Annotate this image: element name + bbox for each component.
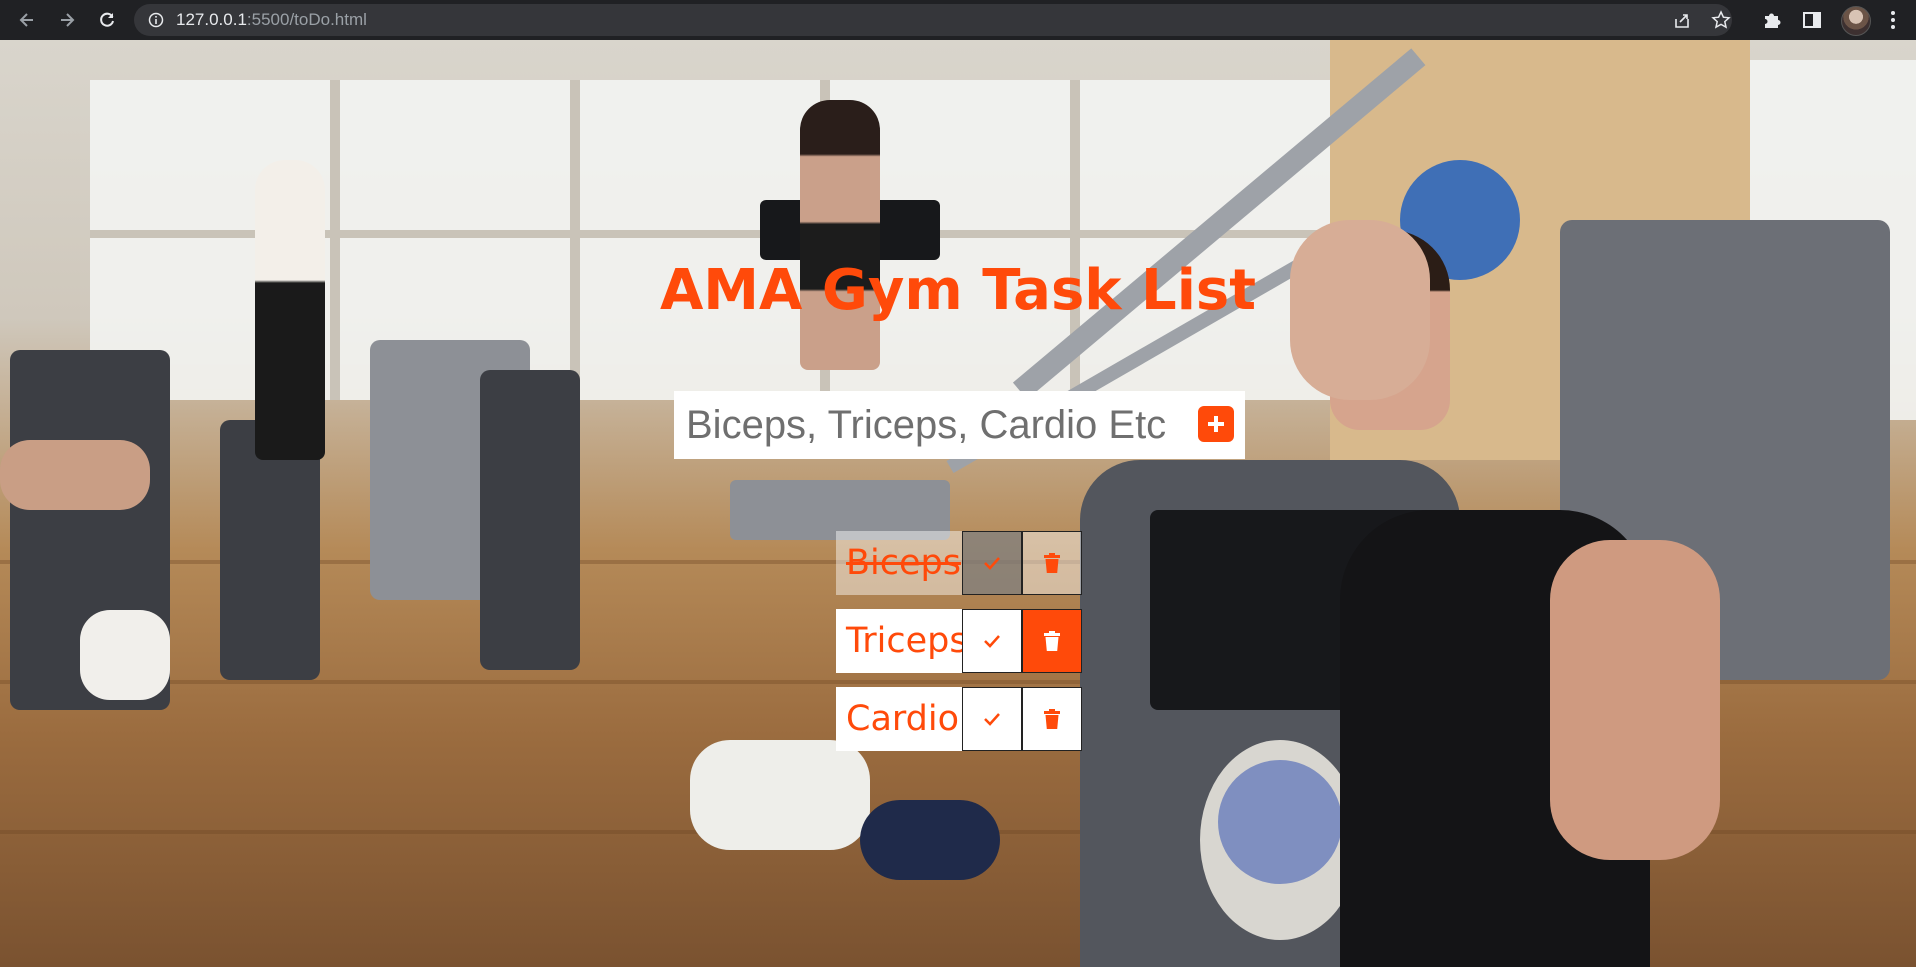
info-icon[interactable] bbox=[148, 12, 164, 28]
trash-icon bbox=[1044, 709, 1060, 729]
back-arrow-icon bbox=[19, 13, 33, 27]
trash-icon bbox=[1044, 631, 1060, 651]
task-label: Cardio bbox=[836, 687, 962, 751]
gym-background-image bbox=[0, 40, 1916, 967]
page-title: AMA Gym Task List bbox=[659, 258, 1257, 323]
checkmark-icon bbox=[984, 635, 1000, 648]
background-machine bbox=[480, 370, 580, 670]
forward-arrow-icon bbox=[61, 13, 75, 27]
delete-task-button[interactable] bbox=[1022, 609, 1082, 673]
task-input[interactable] bbox=[674, 391, 1174, 459]
complete-task-button[interactable] bbox=[962, 609, 1022, 673]
complete-task-button[interactable] bbox=[962, 531, 1022, 595]
background-window-frame bbox=[330, 80, 340, 400]
background-machine-placard bbox=[1218, 760, 1342, 884]
kebab-menu-icon[interactable] bbox=[1882, 9, 1904, 31]
delete-task-button[interactable] bbox=[1022, 687, 1082, 751]
background-person bbox=[800, 100, 880, 370]
task-item: Triceps bbox=[836, 609, 1082, 673]
profile-avatar[interactable] bbox=[1841, 6, 1871, 36]
browser-toolbar: 127.0.0.1:5500/toDo.html bbox=[0, 0, 1916, 40]
reload-icon bbox=[100, 12, 114, 27]
add-task-button[interactable] bbox=[1198, 406, 1234, 442]
reload-button[interactable] bbox=[94, 7, 120, 33]
side-panel-icon[interactable] bbox=[1801, 9, 1823, 31]
checkmark-icon bbox=[984, 557, 1000, 570]
task-label: Biceps bbox=[836, 531, 962, 595]
extensions-puzzle-icon[interactable] bbox=[1761, 9, 1783, 31]
forward-button[interactable] bbox=[54, 7, 80, 33]
checkmark-icon bbox=[984, 713, 1000, 726]
delete-task-button[interactable] bbox=[1022, 531, 1082, 595]
task-item: Biceps bbox=[836, 531, 1082, 595]
background-roller bbox=[860, 800, 1000, 880]
task-input-container bbox=[674, 391, 1245, 459]
back-button[interactable] bbox=[14, 7, 40, 33]
plus-icon bbox=[1208, 416, 1224, 432]
background-shoes bbox=[80, 610, 170, 700]
background-window-frame bbox=[570, 80, 580, 400]
share-icon[interactable] bbox=[1672, 10, 1692, 30]
background-shoes bbox=[690, 740, 870, 850]
address-bar[interactable]: 127.0.0.1:5500/toDo.html bbox=[134, 4, 1732, 36]
background-person-legs bbox=[0, 440, 150, 510]
background-woman-arm bbox=[1550, 540, 1720, 860]
task-item: Cardio bbox=[836, 687, 1082, 751]
task-label: Triceps bbox=[836, 609, 968, 673]
url-text[interactable]: 127.0.0.1:5500/toDo.html bbox=[176, 10, 367, 30]
trash-icon bbox=[1044, 553, 1060, 573]
bookmark-star-icon[interactable] bbox=[1711, 10, 1731, 30]
complete-task-button[interactable] bbox=[962, 687, 1022, 751]
url-path: :5500/toDo.html bbox=[246, 10, 367, 29]
url-host: 127.0.0.1 bbox=[176, 10, 247, 29]
